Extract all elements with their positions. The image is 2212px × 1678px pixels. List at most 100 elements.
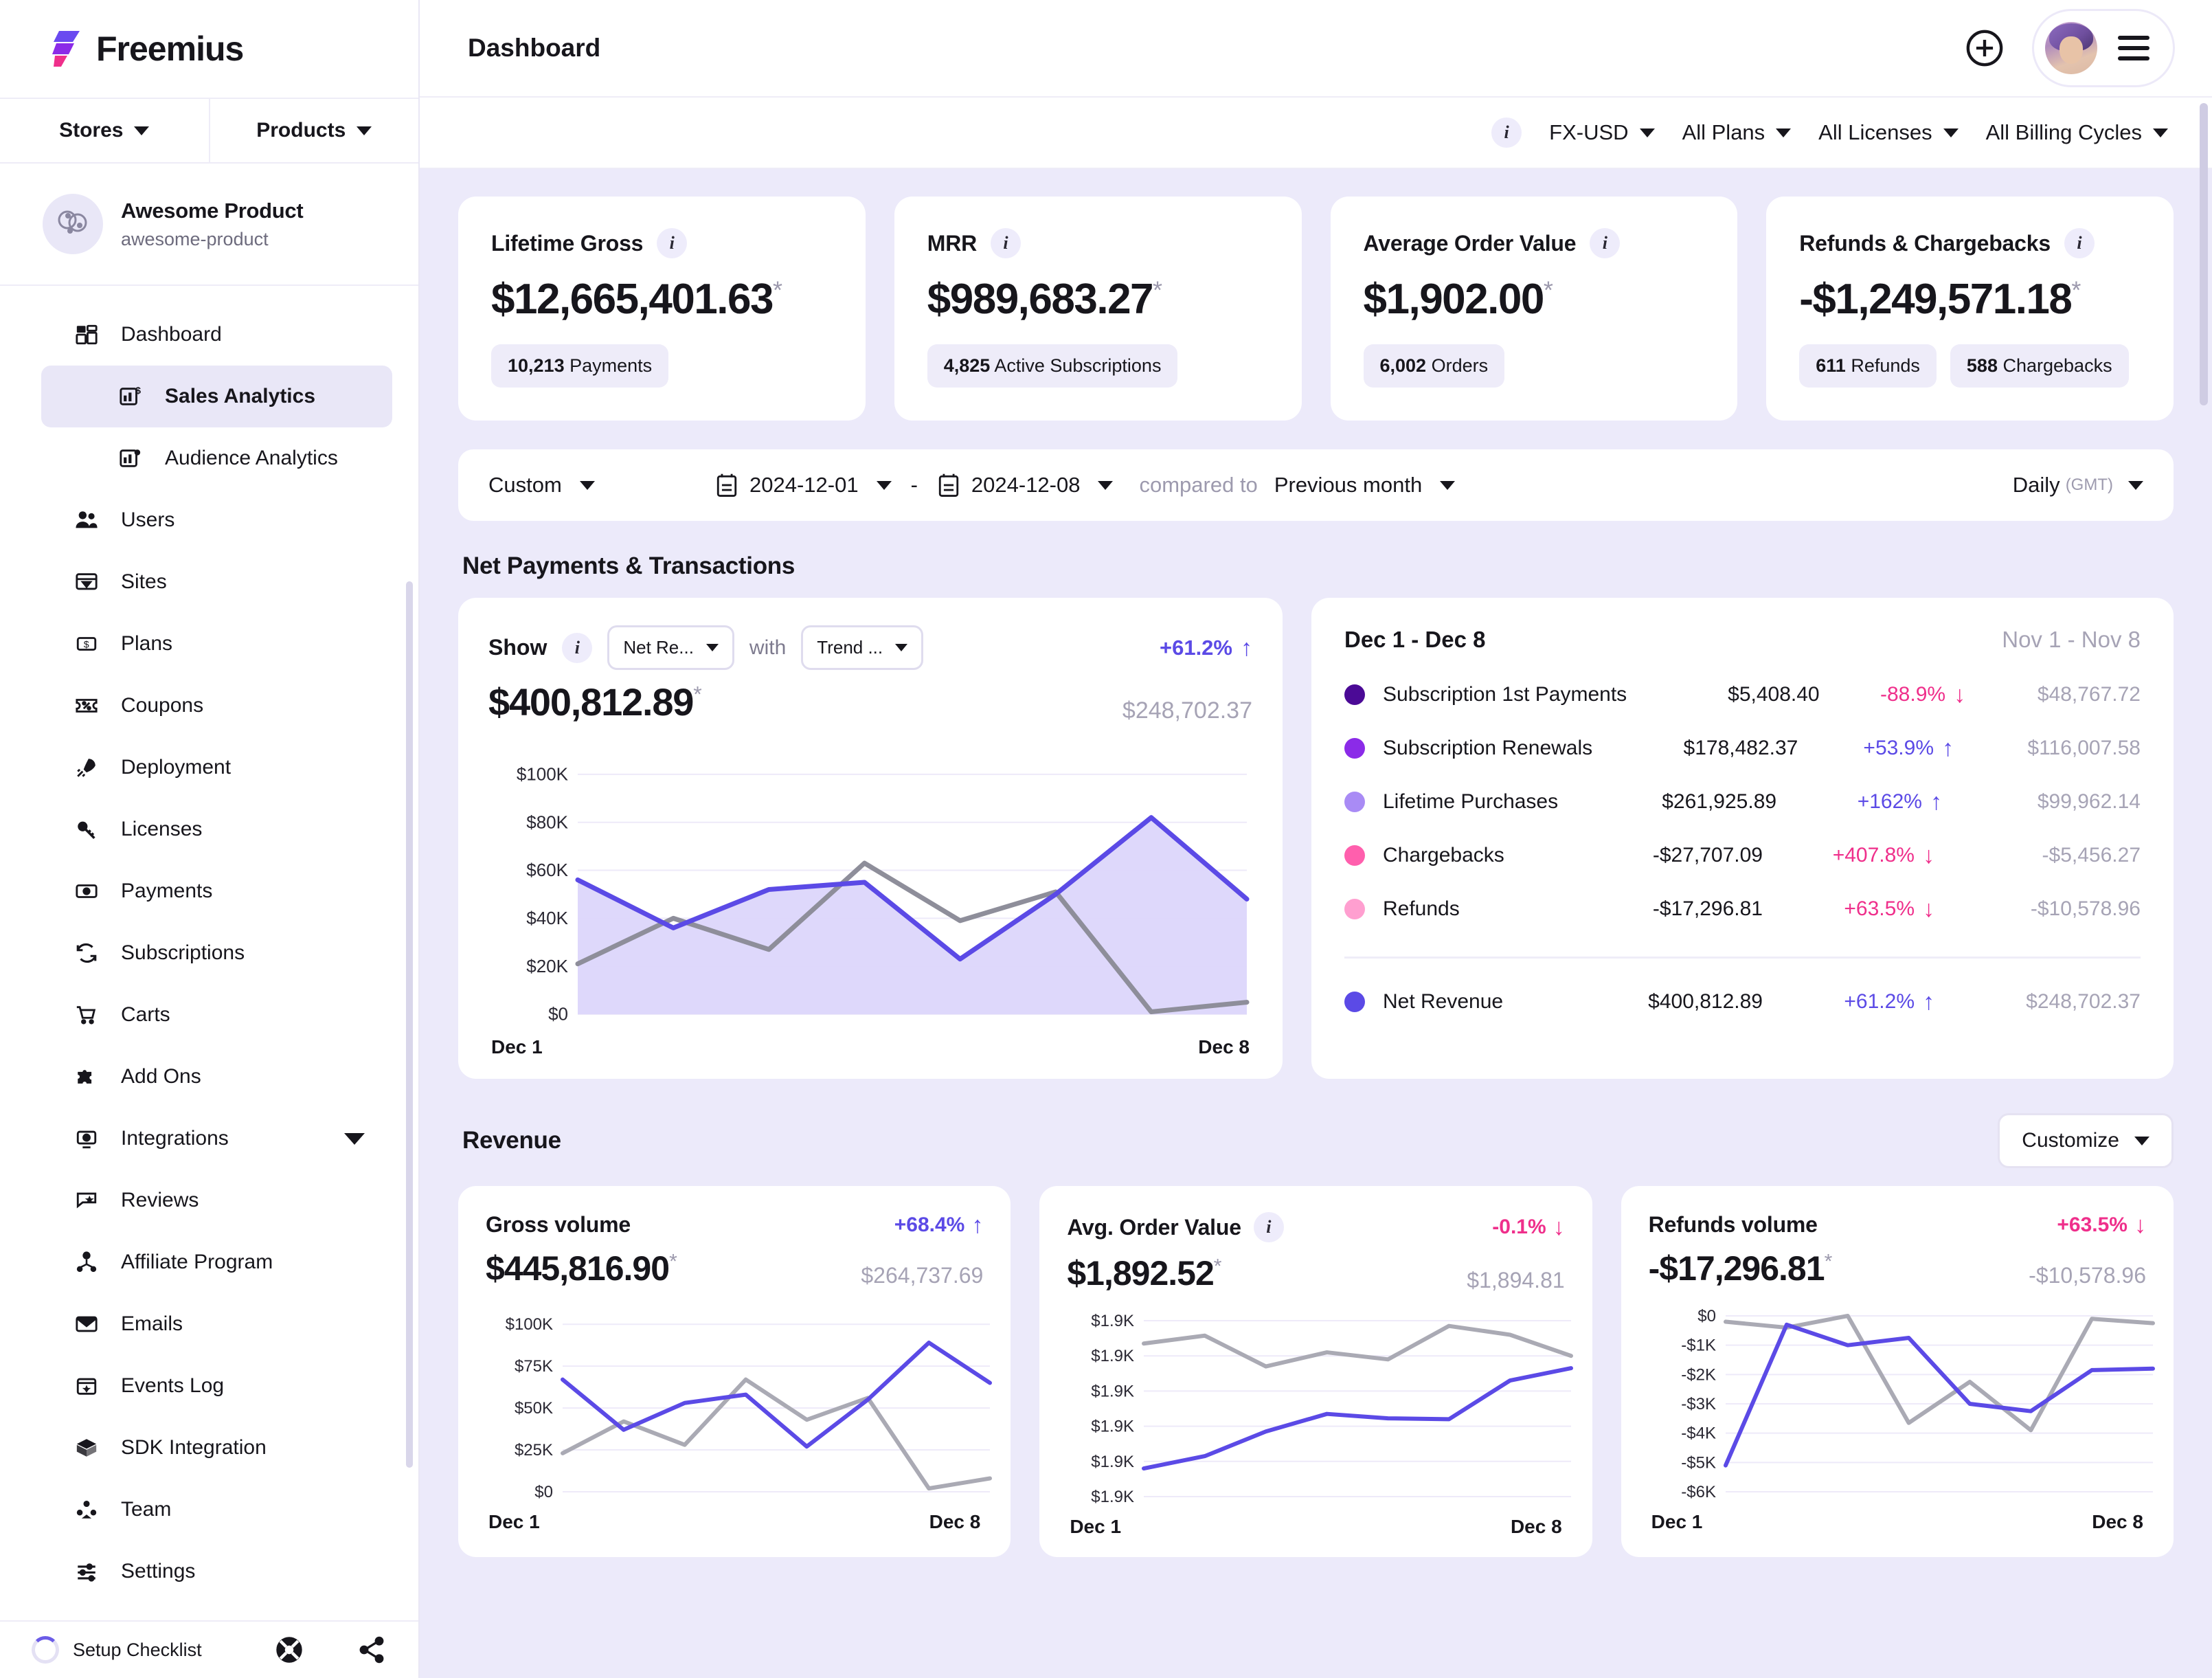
cart-icon <box>73 1001 100 1029</box>
sidebar-item-settings[interactable]: Settings <box>21 1541 392 1602</box>
hamburger-icon[interactable] <box>2118 36 2149 60</box>
filter-fx-currency[interactable]: FX-USD <box>1549 120 1655 145</box>
lifebuoy-icon[interactable] <box>274 1635 304 1665</box>
series-value: $261,925.89 <box>1662 790 1777 813</box>
info-icon[interactable]: i <box>657 228 688 258</box>
filter-plans[interactable]: All Plans <box>1682 120 1792 145</box>
table-row[interactable]: Subscription 1st Payments $5,408.40 -88.… <box>1344 683 2141 706</box>
table-row[interactable]: Refunds -$17,296.81 +63.5% ↓ -$10,578.96 <box>1344 897 2141 921</box>
sidebar-item-events-log[interactable]: Events Log <box>21 1355 392 1417</box>
sidebar-item-subscriptions[interactable]: Subscriptions <box>21 922 392 984</box>
sidebar-item-deployment[interactable]: Deployment <box>21 737 392 798</box>
setup-checklist-label[interactable]: Setup Checklist <box>73 1640 202 1661</box>
sidebar-item-sdk-integration[interactable]: SDK Integration <box>21 1417 392 1479</box>
trend-select[interactable]: Trend ... <box>801 625 924 670</box>
main-scrollbar[interactable] <box>2200 103 2208 405</box>
info-icon[interactable]: i <box>1491 118 1522 148</box>
series-delta: +162% ↑ <box>1857 789 1942 815</box>
sidebar-item-label: Settings <box>121 1560 196 1582</box>
plus-circle-icon[interactable] <box>1965 28 2005 68</box>
comparison-period-select[interactable]: Previous month <box>1274 473 1456 497</box>
arrow-up-icon: ↑ <box>1241 634 1252 661</box>
table-row-total[interactable]: Net Revenue $400,812.89 +61.2% ↑ $248,702… <box>1344 990 2141 1014</box>
sidebar-item-payments[interactable]: Payments <box>21 860 392 922</box>
sidebar-item-label: Dashboard <box>121 323 222 346</box>
end-date-select[interactable]: 2024-12-08 <box>937 472 1114 498</box>
stores-dropdown[interactable]: Stores <box>0 99 209 162</box>
info-icon[interactable]: i <box>562 632 593 663</box>
arrow-up-icon: ↑ <box>1923 989 1934 1015</box>
sidebar-item-users[interactable]: Users <box>21 489 392 551</box>
chart-x-axis: Dec 1 Dec 8 <box>486 1511 983 1533</box>
kpi-title: MRR <box>927 230 978 256</box>
series-color-dot <box>1344 845 1365 866</box>
card-delta: +68.4% ↑ <box>894 1211 984 1238</box>
info-icon[interactable]: i <box>991 228 1022 258</box>
sidebar-item-label: Users <box>121 508 175 531</box>
estimate-asterisk: * <box>1213 1255 1222 1278</box>
sidebar-item-affiliate-program[interactable]: Affiliate Program <box>21 1231 392 1293</box>
series-value: -$27,707.09 <box>1652 844 1763 866</box>
sidebar-item-carts[interactable]: Carts <box>21 984 392 1046</box>
products-dropdown[interactable]: Products <box>208 99 419 162</box>
arrow-down-icon: ↓ <box>2134 1211 2146 1238</box>
sidebar-item-reviews[interactable]: Reviews <box>21 1170 392 1231</box>
sidebar-scrollbar[interactable] <box>406 581 413 1468</box>
arrow-down-icon: ↓ <box>1923 896 1934 922</box>
metric-select[interactable]: Net Re... <box>607 625 734 670</box>
app-root: Freemius Stores Products Awesome Product… <box>0 0 2212 1678</box>
share-icon[interactable] <box>357 1635 387 1665</box>
sidebar-item-audience-analytics[interactable]: Audience Analytics <box>41 427 392 489</box>
user-menu[interactable] <box>2032 9 2175 87</box>
chevron-down-icon[interactable] <box>344 1132 365 1145</box>
revenue-card-gross-volume: Gross volume +68.4% ↑ $445,816.90* $264,7… <box>458 1186 1011 1557</box>
affiliate-icon <box>73 1249 100 1276</box>
sidebar-item-label: Add Ons <box>121 1065 201 1088</box>
table-row[interactable]: Chargebacks -$27,707.09 +407.8% ↓ -$5,456… <box>1344 844 2141 867</box>
current-product[interactable]: Awesome Product awesome-product <box>0 164 418 286</box>
sidebar-item-label: Plans <box>121 632 173 655</box>
sidebar-item-label: Team <box>121 1498 172 1521</box>
customize-button[interactable]: Customize <box>1998 1113 2174 1168</box>
info-icon[interactable]: i <box>1590 228 1621 258</box>
brand-logo[interactable]: Freemius <box>0 0 418 98</box>
sidebar-item-emails[interactable]: Emails <box>21 1293 392 1355</box>
sidebar-item-coupons[interactable]: Coupons <box>21 675 392 737</box>
estimate-asterisk: * <box>1824 1250 1833 1273</box>
net-revenue-breakdown-panel: Dec 1 - Dec 8 Nov 1 - Nov 8 Subscription… <box>1311 598 2174 1079</box>
sidebar-item-plans[interactable]: $ Plans <box>21 613 392 675</box>
sidebar-item-integrations[interactable]: Integrations <box>21 1108 392 1170</box>
sidebar-item-dashboard[interactable]: Dashboard <box>21 304 392 366</box>
table-row[interactable]: Subscription Renewals $178,482.37 +53.9%… <box>1344 737 2141 760</box>
svg-text:$100K: $100K <box>506 1315 553 1334</box>
chart-x-axis: Dec 1 Dec 8 <box>1649 1511 2146 1533</box>
date-range-bar: Custom 2024-12-01 - 2024-12-08 compared … <box>458 449 2174 521</box>
card-delta: +63.5% ↓ <box>2057 1211 2146 1238</box>
revenue-section-header: Revenue Customize <box>462 1113 2174 1168</box>
sidebar-item-label: Coupons <box>121 694 204 717</box>
start-date-select[interactable]: 2024-12-01 <box>715 472 892 498</box>
date-preset-select[interactable]: Custom <box>488 473 715 497</box>
sidebar-item-label: Carts <box>121 1003 170 1026</box>
sidebar-item-sites[interactable]: Sites <box>21 551 392 613</box>
filter-licenses[interactable]: All Licenses <box>1818 120 1959 145</box>
chevron-down-icon <box>357 126 372 135</box>
series-name: Subscription Renewals <box>1383 737 1593 759</box>
sidebar-item-label: Payments <box>121 880 213 902</box>
kpi-title: Refunds & Chargebacks <box>1799 230 2051 256</box>
sidebar-item-sales-analytics[interactable]: $ Sales Analytics <box>41 366 392 427</box>
filter-billing-cycles[interactable]: All Billing Cycles <box>1986 120 2168 145</box>
chevron-down-icon <box>134 126 150 135</box>
table-row[interactable]: Lifetime Purchases $261,925.89 +162% ↑ $9… <box>1344 790 2141 814</box>
granularity-select[interactable]: Daily (GMT) <box>2013 473 2143 497</box>
sidebar-item-add-ons[interactable]: Add Ons <box>21 1046 392 1108</box>
arrow-down-icon: ↓ <box>1553 1214 1565 1240</box>
info-icon[interactable]: i <box>2064 228 2095 258</box>
card-title: Avg. Order Value <box>1067 1214 1241 1240</box>
sidebar-item-label: Integrations <box>121 1127 229 1150</box>
sidebar-item-licenses[interactable]: Licenses <box>21 798 392 860</box>
sidebar-item-team[interactable]: Team <box>21 1479 392 1541</box>
info-icon[interactable]: i <box>1253 1212 1284 1242</box>
chevron-down-icon <box>876 480 892 490</box>
arrow-down-icon: ↓ <box>1923 842 1934 869</box>
